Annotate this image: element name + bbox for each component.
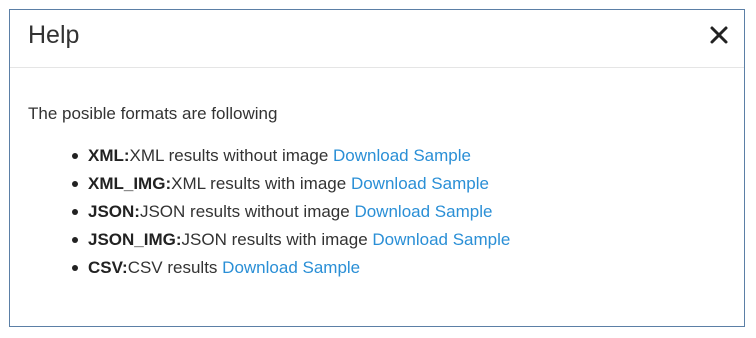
format-list: XML:XML results without image Download S… bbox=[28, 142, 744, 282]
format-name: CSV: bbox=[88, 258, 128, 277]
dialog-title: Help bbox=[28, 21, 80, 49]
download-sample-link[interactable]: Download Sample bbox=[333, 146, 471, 165]
download-sample-link[interactable]: Download Sample bbox=[222, 258, 360, 277]
close-icon bbox=[710, 26, 728, 44]
format-description: JSON results with image bbox=[181, 230, 368, 249]
format-description: JSON results without image bbox=[139, 202, 350, 221]
format-name: JSON_IMG: bbox=[88, 230, 182, 249]
format-description: CSV results bbox=[127, 258, 218, 277]
download-sample-link[interactable]: Download Sample bbox=[351, 174, 489, 193]
list-item: XML:XML results without image Download S… bbox=[72, 142, 744, 170]
list-item: JSON:JSON results without image Download… bbox=[72, 198, 744, 226]
download-sample-link[interactable]: Download Sample bbox=[354, 202, 492, 221]
list-item: CSV:CSV results Download Sample bbox=[72, 254, 744, 282]
list-item: XML_IMG:XML results with image Download … bbox=[72, 170, 744, 198]
help-dialog: Help The posible formats are following X… bbox=[9, 9, 745, 327]
format-name: JSON: bbox=[88, 202, 140, 221]
bullet-icon bbox=[72, 181, 78, 187]
format-name: XML: bbox=[88, 146, 130, 165]
format-description: XML results with image bbox=[171, 174, 347, 193]
dialog-body: The posible formats are following XML:XM… bbox=[10, 68, 744, 282]
close-button[interactable] bbox=[706, 22, 732, 48]
format-description: XML results without image bbox=[129, 146, 329, 165]
bullet-icon bbox=[72, 209, 78, 215]
bullet-icon bbox=[72, 265, 78, 271]
dialog-header: Help bbox=[10, 10, 744, 68]
intro-text: The posible formats are following bbox=[28, 104, 278, 123]
download-sample-link[interactable]: Download Sample bbox=[372, 230, 510, 249]
bullet-icon bbox=[72, 153, 78, 159]
list-item: JSON_IMG:JSON results with image Downloa… bbox=[72, 226, 744, 254]
format-name: XML_IMG: bbox=[88, 174, 172, 193]
bullet-icon bbox=[72, 237, 78, 243]
